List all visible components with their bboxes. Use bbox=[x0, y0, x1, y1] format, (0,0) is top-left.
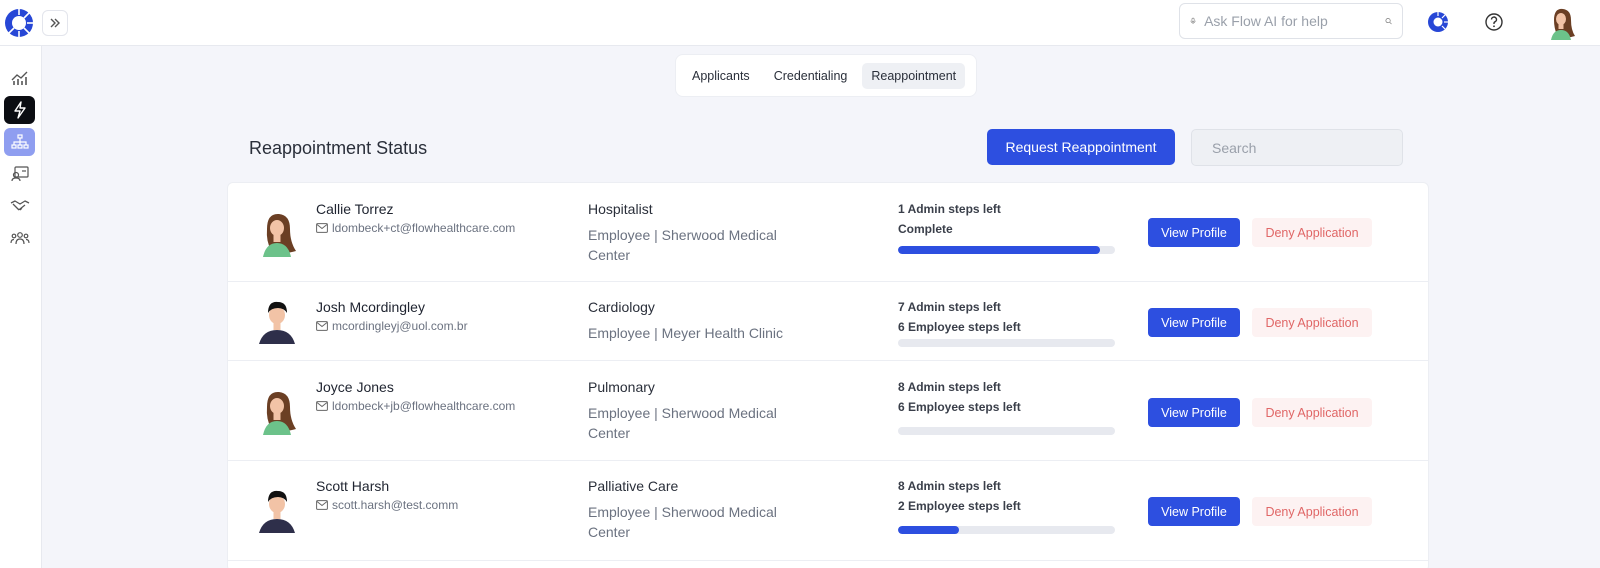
view-profile-button[interactable]: View Profile bbox=[1148, 398, 1240, 427]
reappointment-table: Callie Torrez ldombeck+ct@flowhealthcare.… bbox=[227, 182, 1429, 568]
user-avatar-icon[interactable] bbox=[1544, 6, 1578, 40]
specialty: Hospitalist bbox=[588, 201, 653, 217]
specialty: Pulmonary bbox=[588, 379, 655, 395]
admin-steps-left: 8 Admin steps left bbox=[898, 380, 1001, 394]
view-profile-button[interactable]: View Profile bbox=[1148, 308, 1240, 337]
mail-icon bbox=[316, 321, 328, 331]
email-text: mcordingleyj@uol.com.br bbox=[332, 319, 468, 333]
employer: Employee | Sherwood Medical Center bbox=[588, 405, 777, 441]
status-steps: Complete bbox=[898, 222, 953, 236]
double-chevron-right-icon bbox=[50, 18, 60, 28]
admin-steps-left: 1 Admin steps left bbox=[898, 202, 1001, 216]
sidebar-item-partners[interactable] bbox=[4, 192, 35, 220]
table-row: Scott Harsh scott.harsh@test.comm Palliati… bbox=[228, 461, 1428, 561]
help-icon[interactable] bbox=[1484, 12, 1504, 32]
applicant-email: scott.harsh@test.comm bbox=[316, 498, 458, 512]
female-avatar-icon bbox=[253, 387, 301, 435]
table-row: Josh Mcordingley mcordingleyj@uol.com.br C… bbox=[228, 282, 1428, 361]
status-steps: 6 Employee steps left bbox=[898, 320, 1021, 334]
tab-credentialing[interactable]: Credentialing bbox=[765, 63, 857, 89]
flow-ai-icon[interactable] bbox=[1426, 10, 1450, 34]
applicant-email: ldombeck+ct@flowhealthcare.com bbox=[316, 221, 515, 235]
request-reappointment-button[interactable]: Request Reappointment bbox=[987, 129, 1175, 165]
employer: Employee | Sherwood Medical Center bbox=[588, 504, 777, 540]
mail-icon bbox=[316, 500, 328, 510]
view-profile-button[interactable]: View Profile bbox=[1148, 497, 1240, 526]
table-row: Joyce Jones ldombeck+jb@flowhealthcare.co… bbox=[228, 361, 1428, 461]
applicant-email: mcordingleyj@uol.com.br bbox=[316, 319, 468, 333]
progress-fill bbox=[898, 526, 959, 534]
handshake-icon bbox=[10, 200, 29, 211]
sidebar-item-hierarchy[interactable] bbox=[4, 128, 35, 156]
id-card-icon bbox=[10, 166, 29, 182]
sidebar-item-automation[interactable] bbox=[4, 96, 35, 124]
tab-applicants[interactable]: Applicants bbox=[683, 63, 759, 89]
deny-application-button[interactable]: Deny Application bbox=[1252, 398, 1372, 427]
lightning-icon bbox=[13, 101, 26, 119]
email-text: ldombeck+jb@flowhealthcare.com bbox=[332, 399, 516, 413]
view-profile-button[interactable]: View Profile bbox=[1148, 218, 1240, 247]
status-steps: 2 Employee steps left bbox=[898, 499, 1021, 513]
progress-bar bbox=[898, 339, 1115, 347]
deny-application-button[interactable]: Deny Application bbox=[1252, 218, 1372, 247]
sidebar-item-analytics[interactable] bbox=[4, 64, 35, 92]
ai-search-input[interactable] bbox=[1204, 13, 1386, 29]
applicant-name: Scott Harsh bbox=[316, 478, 390, 494]
ai-search-field[interactable] bbox=[1179, 3, 1403, 39]
search-field[interactable] bbox=[1191, 129, 1403, 166]
progress-bar bbox=[898, 427, 1115, 435]
top-bar bbox=[0, 0, 1600, 46]
progress-fill bbox=[898, 246, 1100, 254]
mail-icon bbox=[316, 223, 328, 233]
page-title: Reappointment Status bbox=[249, 138, 428, 158]
sidebar bbox=[0, 46, 42, 568]
email-text: scott.harsh@test.comm bbox=[332, 498, 459, 512]
flow-logo-icon[interactable] bbox=[3, 7, 35, 39]
email-text: ldombeck+ct@flowhealthcare.com bbox=[332, 221, 516, 235]
search-icon[interactable] bbox=[1385, 13, 1392, 29]
admin-steps-left: 7 Admin steps left bbox=[898, 300, 1001, 314]
expand-sidebar-button[interactable] bbox=[42, 10, 68, 36]
tab-bar: Applicants Credentialing Reappointment bbox=[675, 54, 977, 97]
mail-icon bbox=[316, 401, 328, 411]
male-avatar-icon bbox=[253, 485, 301, 533]
chart-icon bbox=[11, 71, 27, 85]
applicant-name: Josh Mcordingley bbox=[316, 299, 425, 315]
female-avatar-icon bbox=[253, 209, 301, 257]
employer: Employee | Meyer Health Clinic bbox=[588, 325, 784, 341]
progress-bar bbox=[898, 526, 1115, 534]
org-chart-icon bbox=[10, 134, 29, 149]
deny-application-button[interactable]: Deny Application bbox=[1252, 308, 1372, 337]
applicant-name: Callie Torrez bbox=[316, 201, 394, 217]
table-row: Callie Torrez ldombeck+ct@flowhealthcare.… bbox=[228, 183, 1428, 282]
specialty: Cardiology bbox=[588, 299, 655, 315]
applicant-name: Joyce Jones bbox=[316, 379, 394, 395]
microphone-icon[interactable] bbox=[1190, 13, 1196, 29]
sidebar-item-credentials[interactable] bbox=[4, 160, 35, 188]
specialty: Palliative Care bbox=[588, 478, 679, 494]
deny-application-button[interactable]: Deny Application bbox=[1252, 497, 1372, 526]
tab-reappointment[interactable]: Reappointment bbox=[862, 62, 966, 89]
male-avatar-icon bbox=[253, 296, 301, 344]
admin-steps-left: 8 Admin steps left bbox=[898, 479, 1001, 493]
search-input[interactable] bbox=[1212, 139, 1393, 156]
status-steps: 6 Employee steps left bbox=[898, 400, 1021, 414]
progress-bar bbox=[898, 246, 1115, 254]
sidebar-item-team[interactable] bbox=[4, 224, 35, 252]
employer: Employee | Sherwood Medical Center bbox=[588, 227, 777, 263]
applicant-email: ldombeck+jb@flowhealthcare.com bbox=[316, 399, 515, 413]
users-icon bbox=[9, 232, 30, 245]
